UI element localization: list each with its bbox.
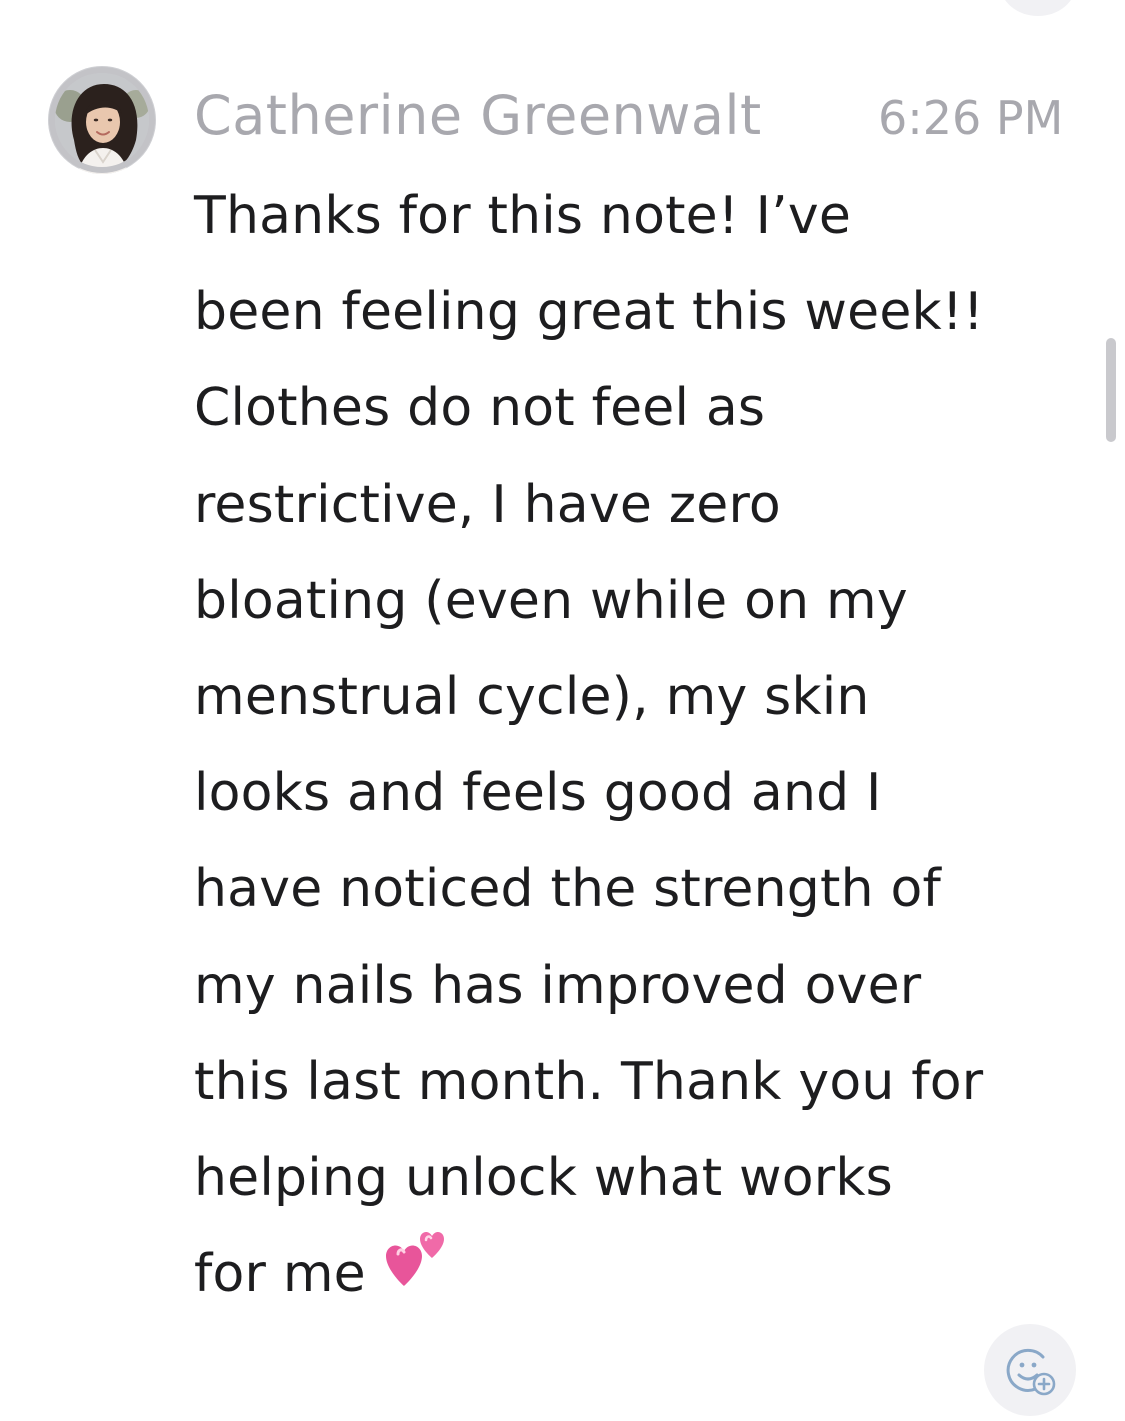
message-line: Thanks for this note! I’ve	[194, 186, 852, 246]
message-line: my nails has improved over	[194, 955, 922, 1016]
message-line: this last month. Thank you for	[194, 1051, 984, 1112]
avatar-photo-icon	[48, 66, 156, 174]
scrollbar-thumb[interactable]	[1106, 338, 1116, 442]
message-timestamp: 6:26 PM	[878, 91, 1064, 145]
message-line: been feeling great this week!!	[194, 282, 984, 343]
message-line: looks and feels good and I	[194, 763, 882, 824]
two-hearts-emoji-icon	[384, 1223, 450, 1319]
message-line: bloating (even while on my	[194, 570, 908, 631]
message-line: menstrual cycle), my skin	[194, 666, 870, 727]
sender-avatar[interactable]	[48, 66, 156, 174]
message-body: Thanks for this note! I’ve been feeling …	[194, 168, 1094, 1322]
previous-message-bubble	[1000, 0, 1076, 16]
message-last-line: for me	[194, 1226, 1094, 1322]
add-reaction-button[interactable]	[984, 1324, 1076, 1416]
add-reaction-icon	[1006, 1348, 1056, 1396]
sender-name[interactable]: Catherine Greenwalt	[194, 84, 762, 148]
message-line: have noticed the strength of	[194, 859, 941, 920]
message-line: Clothes do not feel as	[194, 378, 766, 439]
message-line: helping unlock what works	[194, 1147, 893, 1208]
message-line: restrictive, I have zero	[194, 474, 781, 535]
message-line: for me	[194, 1244, 366, 1305]
